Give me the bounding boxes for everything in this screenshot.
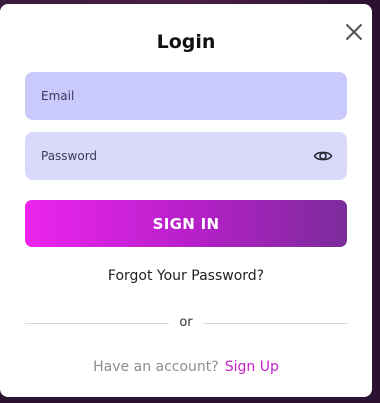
modal-title: Login <box>156 31 216 53</box>
email-field[interactable] <box>25 72 347 120</box>
signup-prompt-row: Have an account? Sign Up <box>0 359 372 375</box>
password-field[interactable] <box>25 132 347 180</box>
password-field-container <box>25 132 347 180</box>
email-field-container <box>25 72 347 120</box>
divider-line-left <box>25 323 169 324</box>
show-password-toggle[interactable] <box>313 146 333 166</box>
sign-up-link[interactable]: Sign Up <box>225 359 279 375</box>
divider-or-text: or <box>179 315 193 330</box>
divider-line-right <box>203 323 347 324</box>
eye-icon <box>313 151 333 161</box>
sign-in-button[interactable]: SIGN IN <box>25 200 347 247</box>
account-prompt-text: Have an account? <box>93 359 219 375</box>
forgot-password-link[interactable]: Forgot Your Password? <box>0 268 372 284</box>
login-modal: Login SIGN IN Forgot Your Password? or H… <box>0 4 372 397</box>
